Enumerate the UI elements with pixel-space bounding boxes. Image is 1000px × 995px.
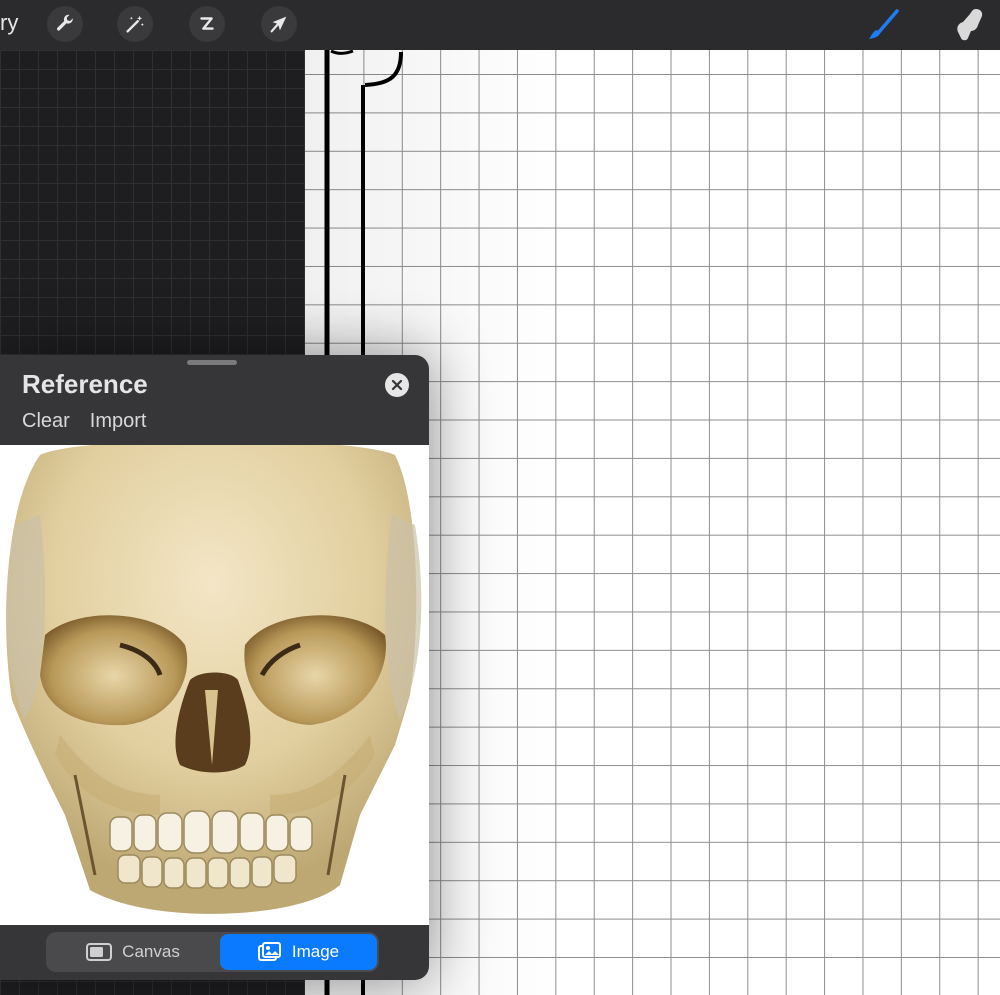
smudge-tool-button[interactable] [950,5,990,45]
magic-wand-icon [126,15,144,33]
selection-button[interactable] [189,6,225,42]
brush-icon [869,9,899,39]
actions-button[interactable] [47,6,83,42]
tab-canvas[interactable]: Canvas [48,934,218,970]
gallery-button[interactable]: ry [0,10,18,36]
top-toolbar: ry [0,0,1000,50]
reference-image[interactable] [0,445,429,925]
smudge-icon [957,9,983,41]
image-icon [257,942,281,961]
transform-arrow-icon [270,16,287,33]
panel-drag-handle[interactable] [187,360,237,365]
tab-canvas-label: Canvas [122,942,180,961]
brush-tool-button[interactable] [864,5,904,45]
reference-actions: Clear Import [22,410,146,433]
close-icon [391,379,403,391]
transform-button[interactable] [261,6,297,42]
selection-icon [200,17,214,30]
reference-source-segmented-control: Canvas Image [46,932,379,972]
tab-image-label: Image [291,942,340,961]
canvas-icon [86,943,113,961]
reference-panel: Reference Clear Import Canvas Image [0,355,429,980]
close-reference-button[interactable] [385,373,409,397]
tab-image[interactable]: Image [220,934,377,970]
clear-button[interactable]: Clear [22,410,70,433]
wrench-icon [56,14,73,31]
reference-title: Reference [22,369,148,399]
adjustments-button[interactable] [117,6,153,42]
import-button[interactable]: Import [90,410,147,433]
skull-image [6,445,422,914]
